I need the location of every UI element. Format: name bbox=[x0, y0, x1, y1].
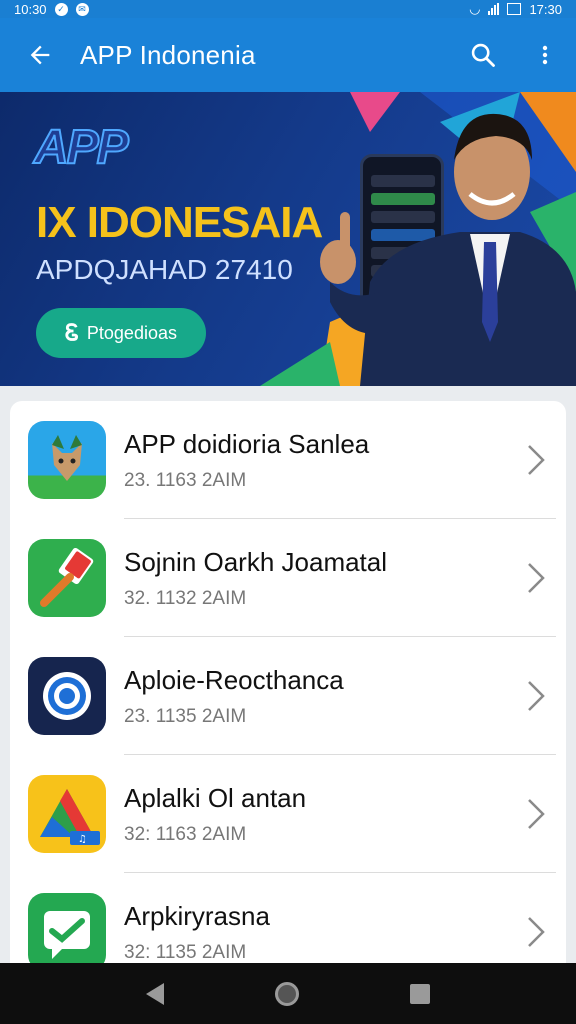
nav-recents-icon[interactable] bbox=[410, 983, 431, 1004]
list-item[interactable]: Sojnin Oarkh Joamatal 32. 1132 2AIM bbox=[10, 519, 566, 637]
page-title: APP Indonenia bbox=[80, 39, 256, 70]
target-icon bbox=[28, 657, 106, 735]
chevron-right-icon bbox=[506, 442, 566, 478]
brush-icon bbox=[28, 539, 106, 617]
item-subtitle: 23. 1163 2AIM bbox=[124, 469, 247, 491]
item-subtitle: 32. 1132 2AIM bbox=[124, 587, 247, 609]
item-title: Arpkiryrasna bbox=[124, 900, 270, 931]
chevron-right-icon bbox=[506, 796, 566, 832]
list-item[interactable]: ♫ Aplalki Ol antan 32: 1163 2AIM bbox=[10, 755, 566, 873]
search-button[interactable] bbox=[452, 18, 514, 92]
chevron-right-icon bbox=[506, 678, 566, 714]
banner-cta-label: Ptogedioas bbox=[86, 322, 177, 343]
app-list: APP doidioria Sanlea 23. 1163 2AIM Sojni… bbox=[10, 401, 566, 981]
app-bar: APP Indonenia bbox=[0, 18, 576, 92]
chevron-right-icon bbox=[506, 560, 566, 596]
item-subtitle: 32: 1135 2AIM bbox=[124, 941, 247, 963]
search-icon bbox=[471, 43, 495, 67]
item-title: Sojnin Oarkh Joamatal bbox=[124, 546, 388, 577]
banner-logo: APP bbox=[33, 120, 130, 175]
banner-headline: IX IDONESAIA bbox=[36, 198, 323, 247]
list-item[interactable]: APP doidioria Sanlea 23. 1163 2AIM bbox=[10, 401, 566, 519]
list-item[interactable]: Aploie-Reocthanca 23. 1135 2AIM bbox=[10, 637, 566, 755]
system-nav-bar bbox=[0, 963, 576, 1024]
item-title: APP doidioria Sanlea bbox=[124, 428, 370, 459]
triangle-icon: ♫ bbox=[28, 775, 106, 853]
banner-cta-button[interactable]: Ꮛ Ptogedioas bbox=[36, 308, 206, 358]
cta-icon: Ꮛ bbox=[65, 320, 79, 345]
svg-text:♫: ♫ bbox=[78, 834, 87, 845]
nav-home-icon[interactable] bbox=[274, 981, 299, 1006]
promo-banner[interactable]: APP IX IDONESAIA APDQJAHAD 27410 Ꮛ Ptoge… bbox=[0, 92, 576, 386]
status-time-right: 17:30 bbox=[529, 1, 562, 17]
signal-icon bbox=[488, 3, 500, 15]
status-left: 10:30 ✓ ✉ bbox=[14, 2, 89, 17]
more-options-button[interactable] bbox=[514, 18, 576, 92]
item-title: Aploie-Reocthanca bbox=[124, 664, 344, 695]
chevron-right-icon bbox=[506, 914, 566, 950]
banner-subline: APDQJAHAD 27410 bbox=[36, 254, 293, 285]
mail-icon: ✉ bbox=[75, 2, 89, 16]
arrow-left-icon bbox=[30, 45, 50, 65]
chat-check-icon bbox=[28, 893, 106, 971]
fox-icon bbox=[28, 421, 106, 499]
status-time-left: 10:30 bbox=[14, 1, 47, 17]
item-title: Aplalki Ol antan bbox=[124, 782, 307, 813]
presenter-illustration bbox=[320, 113, 576, 386]
status-right: ◡ 17:30 bbox=[469, 1, 562, 17]
battery-icon bbox=[507, 3, 522, 15]
whatsapp-icon: ✓ bbox=[54, 2, 68, 16]
back-button[interactable] bbox=[0, 18, 80, 92]
nav-back-icon[interactable] bbox=[145, 982, 164, 1005]
wifi-icon: ◡ bbox=[469, 1, 481, 16]
item-subtitle: 32: 1163 2AIM bbox=[124, 823, 247, 845]
item-subtitle: 23. 1135 2AIM bbox=[124, 705, 247, 727]
more-vert-icon bbox=[542, 45, 548, 65]
status-bar: 10:30 ✓ ✉ ◡ 17:30 bbox=[0, 0, 576, 18]
